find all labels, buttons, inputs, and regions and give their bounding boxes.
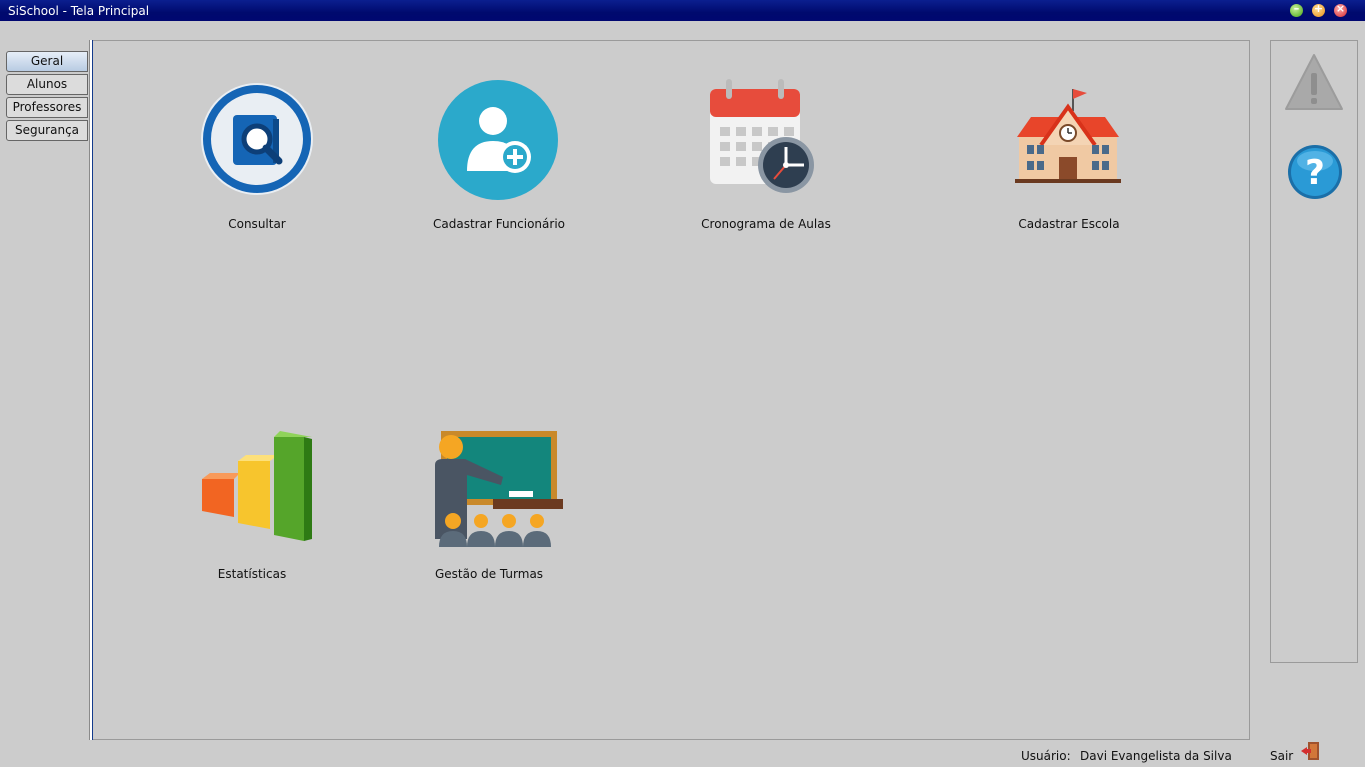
svg-text:?: ? xyxy=(1305,153,1325,193)
window-title: SiSchool - Tela Principal xyxy=(8,4,150,18)
consultar-label: Consultar xyxy=(228,217,286,231)
search-book-icon xyxy=(201,83,313,195)
gestao-turmas-label: Gestão de Turmas xyxy=(434,567,544,581)
user-name: Davi Evangelista da Silva xyxy=(1080,749,1232,763)
status-bar: Usuário: Davi Evangelista da Silva Sair xyxy=(0,740,1365,767)
maximize-button[interactable]: + xyxy=(1312,2,1325,17)
user-label: Usuário: xyxy=(1021,749,1071,763)
exit-label[interactable]: Sair xyxy=(1270,749,1293,763)
close-button[interactable]: × xyxy=(1334,2,1347,17)
calendar-clock-icon xyxy=(710,79,814,193)
cronograma-aulas-button[interactable]: Cronograma de Aulas xyxy=(666,77,866,231)
main-panel: Consultar Cadastrar Funcionário Cronogra… xyxy=(93,40,1250,740)
cadastrar-escola-label: Cadastrar Escola xyxy=(1018,217,1120,231)
tab-professores[interactable]: Professores xyxy=(6,97,88,118)
cadastrar-funcionario-button[interactable]: Cadastrar Funcionário xyxy=(399,79,599,231)
help-icon[interactable]: ? xyxy=(1286,143,1344,201)
tab-alunos[interactable]: Alunos xyxy=(6,74,88,95)
consultar-button[interactable]: Consultar xyxy=(157,81,357,231)
cronograma-aulas-label: Cronograma de Aulas xyxy=(701,217,831,231)
minimize-button[interactable]: – xyxy=(1290,2,1303,17)
cadastrar-funcionario-label: Cadastrar Funcionário xyxy=(433,217,565,231)
sidebar: Geral Alunos Professores Segurança xyxy=(0,40,94,740)
add-user-icon xyxy=(438,80,558,200)
exit-door-icon[interactable] xyxy=(1300,741,1320,761)
estatisticas-button[interactable]: Estatísticas xyxy=(152,431,352,581)
title-bar: SiSchool - Tela Principal – + × xyxy=(0,0,1365,21)
warning-icon[interactable] xyxy=(1284,53,1344,111)
right-panel: ? xyxy=(1270,40,1358,663)
school-icon xyxy=(1015,89,1121,183)
bar-chart-icon xyxy=(202,431,312,541)
cadastrar-escola-button[interactable]: Cadastrar Escola xyxy=(969,85,1169,231)
tab-seguranca[interactable]: Segurança xyxy=(6,120,88,141)
gestao-turmas-button[interactable]: Gestão de Turmas xyxy=(389,429,589,581)
estatisticas-label: Estatísticas xyxy=(217,567,287,581)
teacher-classroom-icon xyxy=(435,431,563,547)
tab-geral[interactable]: Geral xyxy=(6,51,88,72)
